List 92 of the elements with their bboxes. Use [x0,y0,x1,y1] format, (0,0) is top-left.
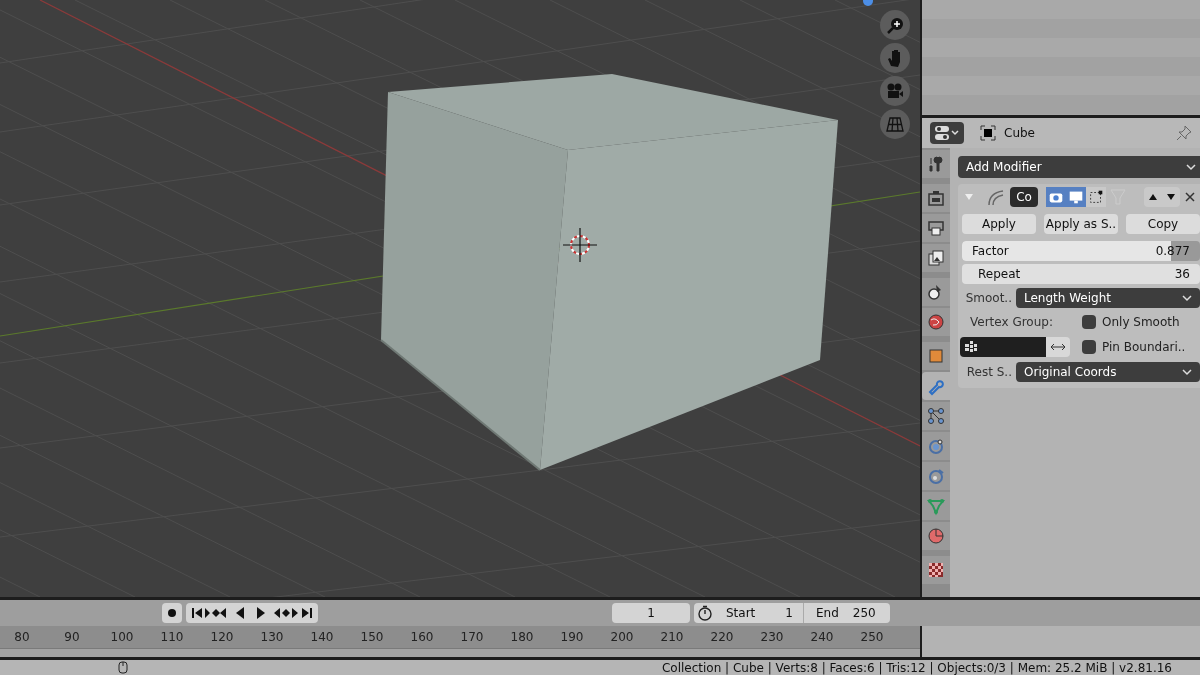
caret-icon [1186,163,1196,171]
field-label: Rest S.. [965,364,1012,381]
move-down-button[interactable] [1162,187,1180,207]
end-label: End [815,605,839,622]
images-icon [926,248,946,268]
frame-number: 240 [809,629,835,646]
tool-icon [926,154,946,174]
down-triangle-icon [1166,193,1176,201]
frame-number: 170 [459,629,485,646]
frame-number: 220 [709,629,735,646]
grid-icon [886,116,904,132]
close-icon[interactable] [1184,191,1196,203]
checkbox-label: Only Smooth [1102,314,1180,331]
zoom-tool-button[interactable] [880,10,910,40]
frame-number: 130 [259,629,285,646]
camera-tool-button[interactable] [880,76,910,106]
frame-number: 180 [509,629,535,646]
object-name: Cube [1004,125,1035,142]
frame-number: 150 [359,629,385,646]
timeline-scrollbar[interactable] [0,648,920,657]
stopwatch-icon [697,605,713,621]
modifier-action-button[interactable]: Apply as S.. [1044,214,1118,234]
frame-number: 90 [63,629,81,646]
camera-icon [926,188,946,208]
up-triangle-icon [1148,193,1158,201]
frame-range-field[interactable]: Start 1 End 250 [694,603,890,623]
curve-icon [986,188,1006,206]
orbit-icon [926,436,946,456]
ortho-tool-button[interactable] [880,109,910,139]
caret-icon [1182,368,1192,376]
frame-number: 140 [309,629,335,646]
frame-number: 230 [759,629,785,646]
checker-icon [926,560,946,580]
link-icon [926,466,946,486]
checkbox-label: Pin Boundari.. [1102,339,1186,356]
sphere-icon [926,526,946,546]
properties-tab[interactable] [922,184,950,212]
field-label: Vertex Group: [969,314,1054,331]
start-label: Start [726,605,756,622]
start-value: 1 [785,605,793,622]
hand-icon [887,49,903,67]
properties-tab[interactable] [922,150,950,178]
properties-tab[interactable] [922,556,950,584]
pin-icon[interactable] [1176,125,1192,141]
properties-tab[interactable] [922,244,950,272]
frame-number: 190 [559,629,585,646]
field-label: Smoot.. [964,290,1012,307]
frame-number: 200 [609,629,635,646]
toggle-button[interactable] [1086,187,1106,207]
toggle-button[interactable] [1066,187,1086,207]
printer-icon [926,218,946,238]
modifier-name-field[interactable]: Co [1010,187,1038,207]
add-modifier-dropdown[interactable]: Add Modifier [958,156,1200,178]
editor-type-icon [934,125,960,141]
3d-cursor-icon [562,227,598,263]
toggle-button[interactable] [1046,187,1066,207]
frame-number: 250 [859,629,885,646]
vertex-square-icon [1087,188,1105,206]
current-frame-field[interactable]: 1 [612,603,690,623]
editor-type-button[interactable] [930,122,964,144]
zoom-icon [886,16,904,34]
square-icon [926,346,946,366]
record-icon [167,608,177,618]
smooth-type-dropdown[interactable]: Length Weight [1016,288,1200,308]
vertex-group-field[interactable] [960,337,1046,357]
status-bar-text: Collection | Cube | Verts:8 | Faces:6 | Tris:12 | Objects:0/3 | Mem: 25.2 MiB | v2.81.16 [661,659,1172,675]
checkbox[interactable] [1082,315,1096,329]
frame-number: 110 [159,629,185,646]
modifier-action-button[interactable]: Apply [962,214,1036,234]
checkbox[interactable] [1082,340,1096,354]
properties-tab[interactable] [922,214,950,242]
record-button[interactable] [162,603,182,623]
repeat-field[interactable]: Repeat 36 [962,264,1200,284]
double-arrow-icon [1050,342,1066,352]
triangle-mesh-icon [926,496,946,516]
camera-icon [886,83,904,99]
properties-tab[interactable] [922,278,950,306]
object-icon [980,125,996,141]
vertex-group-icon [964,340,978,354]
globe-icon [926,312,946,332]
frame-number: 100 [109,629,135,646]
frame-number: 120 [209,629,235,646]
frame-number: 80 [13,629,31,646]
frame-number: 210 [659,629,685,646]
particles-icon [926,406,946,426]
rest-source-dropdown[interactable]: Original Coords [1016,362,1200,382]
frame-number: 160 [409,629,435,646]
move-up-button[interactable] [1144,187,1162,207]
caret-icon [1182,294,1192,302]
modifier-action-button[interactable]: Copy [1126,214,1200,234]
end-value: 250 [852,605,876,622]
invert-button[interactable] [1046,337,1070,357]
